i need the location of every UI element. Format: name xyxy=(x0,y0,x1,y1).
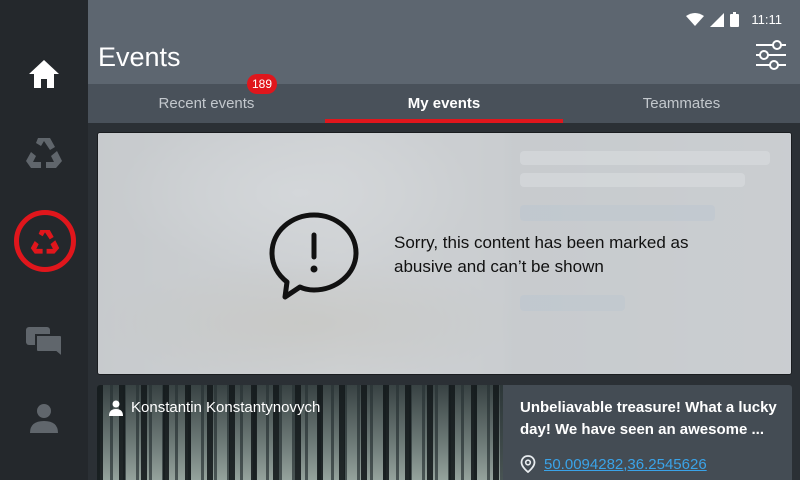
event-location: 50.0094282,36.2545626 xyxy=(520,455,707,473)
events-list: Sorry, this content has been marked as a… xyxy=(88,123,800,480)
author-name: Konstantin Konstantynovych xyxy=(131,399,321,416)
tab-label: My events xyxy=(407,95,481,112)
signal-icon xyxy=(710,12,725,27)
sliders-icon xyxy=(756,40,786,70)
nav-events[interactable] xyxy=(14,210,76,272)
chat-icon xyxy=(26,327,63,359)
event-title: Unbeliavable treasure! What a lucky day!… xyxy=(520,399,777,438)
recycle-icon xyxy=(26,138,62,168)
side-navigation xyxy=(0,0,88,480)
abuse-message: Sorry, this content has been marked as a… xyxy=(394,233,689,276)
event-card[interactable]: Konstantin Konstantynovych Unbeliavable … xyxy=(97,385,792,480)
event-author: Konstantin Konstantynovych xyxy=(109,399,320,416)
nav-home[interactable] xyxy=(14,44,74,104)
tab-my-events[interactable]: My events xyxy=(325,84,563,123)
nav-recycle[interactable] xyxy=(14,122,74,182)
recycle-icon xyxy=(30,229,60,254)
tab-teammates[interactable]: Teammates xyxy=(563,84,800,123)
tab-recent-events[interactable]: Recent events 189 xyxy=(88,74,325,123)
count-badge: 189 xyxy=(247,74,277,94)
tab-label: Teammates xyxy=(642,95,721,112)
status-time: 11:11 xyxy=(751,12,782,27)
page-title: Events xyxy=(98,42,181,72)
location-link[interactable]: 50.0094282,36.2545626 xyxy=(544,456,707,473)
home-icon xyxy=(29,60,59,88)
nav-chat[interactable] xyxy=(14,312,74,372)
report-speech-bubble-icon xyxy=(269,212,359,300)
app-header: 11:11 Events xyxy=(88,0,800,84)
app-screen: 11:11 Events Recent events 189 My events… xyxy=(0,0,800,480)
user-icon xyxy=(109,400,123,416)
tab-label: Recent events xyxy=(158,95,255,112)
tab-bar: Recent events 189 My events Teammates xyxy=(88,74,800,123)
user-icon xyxy=(30,404,58,433)
battery-icon xyxy=(730,12,740,27)
wifi-icon xyxy=(686,12,705,26)
map-pin-icon xyxy=(520,455,536,473)
status-bar: 11:11 xyxy=(686,12,782,27)
filter-button[interactable] xyxy=(754,38,788,72)
event-info-panel: Unbeliavable treasure! What a lucky day!… xyxy=(503,385,792,480)
blocked-event-card[interactable]: Sorry, this content has been marked as a… xyxy=(97,132,792,375)
nav-profile[interactable] xyxy=(14,388,74,448)
